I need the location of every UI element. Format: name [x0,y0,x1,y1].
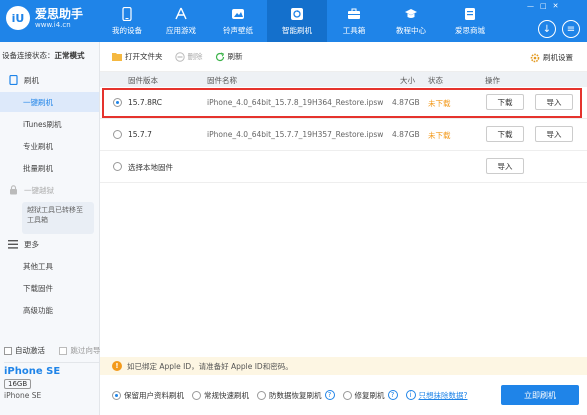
window-controls: — □ ✕ [527,2,559,10]
sidebar-item-one-click-flash[interactable]: 一键刷机 [0,92,99,112]
nav-toolbox[interactable]: 工具箱 [324,0,384,42]
nav-apps-games[interactable]: 应用游戏 [151,0,211,42]
sidebar-item-other-tools[interactable]: 其他工具 [0,256,99,276]
import-button[interactable]: 导入 [535,126,573,142]
shop-icon [463,7,477,21]
radio-icon [112,390,121,400]
open-folder-button[interactable]: 打开文件夹 [112,51,163,62]
nav-shop[interactable]: 爱思商城 [440,0,500,42]
nav-my-device[interactable]: 我的设备 [97,0,157,42]
import-button[interactable]: 导入 [535,94,573,110]
help-icon[interactable]: ? [324,390,335,400]
sidebar-section-jailbreak[interactable]: 一键越狱 [0,180,99,200]
delete-icon [174,51,185,62]
radio-icon [342,390,352,400]
device-name: iPhone SE [4,366,61,377]
menu-circle-button[interactable]: ≡ [562,20,580,38]
download-button[interactable]: 下载 [486,126,524,142]
toolbar: 打开文件夹 删除 刷新 刷机设置 [100,42,587,72]
table-row[interactable]: 15.7.8RC iPhone_4.0_64bit_15.7.8_19H364_… [100,87,587,119]
lock-icon [8,185,18,195]
option-quick-flash[interactable]: 常规快速刷机 [192,390,249,401]
skip-guide-checkbox[interactable]: 跳过向导 [59,346,100,355]
flash-icon [290,7,304,21]
sidebar-options: 自动激活 跳过向导 [4,345,103,356]
sidebar: 设备连接状态：正常模式 刷机 一键刷机 iTunes刷机 专业刷机 批量刷机 一… [0,42,103,415]
app-logo: iU 爱思助手 www.i4.cn [6,6,83,30]
apple-id-notice: ! 如已绑定 Apple ID，请准备好 Apple ID和密码。 [100,357,587,375]
download-button[interactable]: 下载 [486,94,524,110]
sidebar-section-more[interactable]: 更多 [0,234,99,254]
radio-icon [192,390,201,400]
close-button[interactable]: ✕ [553,2,559,10]
local-firmware-radio[interactable] [113,162,122,171]
table-row-local[interactable]: 选择本地固件 导入 [100,151,587,183]
appstore-icon [174,7,188,21]
main-panel: 打开文件夹 删除 刷新 刷机设置 固件版本 固件名称 大小 状态 操作 15.7… [100,42,587,415]
flash-settings-button[interactable]: 刷机设置 [530,52,573,63]
app-name: 爱思助手 [35,6,84,21]
auto-activate-checkbox[interactable]: 自动激活 [4,346,45,355]
flash-now-button[interactable]: 立即刷机 [501,385,579,405]
option-keep-data[interactable]: 保留用户资料刷机 [112,390,184,401]
graduation-cap-icon [404,7,418,21]
folder-icon [112,52,122,62]
nav-ringtones-wallpapers[interactable]: 铃声壁纸 [208,0,268,42]
firmware-radio[interactable] [113,98,122,107]
radio-icon [257,390,266,400]
flash-phone-icon [8,75,18,85]
phone-icon [120,6,134,21]
nav-tutorials[interactable]: 教程中心 [381,0,441,42]
firmware-radio[interactable] [113,130,122,139]
maximize-button[interactable]: □ [540,2,547,10]
flash-options-bar: 保留用户资料刷机 常规快速刷机 防数据恢复刷机? 修复刷机? i 只想抹除数据? … [100,375,587,415]
app-url: www.i4.cn [35,20,71,29]
download-circle-button[interactable]: ↓ [538,20,556,38]
help-icon[interactable]: ? [387,390,398,400]
warning-icon: ! [112,361,122,371]
device-capacity-badge: 16GB [4,379,32,389]
jailbreak-moved-note: 越狱工具已转移至工具箱 [22,202,94,234]
col-action: 操作 [485,76,500,85]
toolbox-icon [347,7,361,21]
table-header: 固件版本 固件名称 大小 状态 操作 [100,72,587,87]
option-repair-flash[interactable]: 修复刷机? [342,390,398,401]
sidebar-item-pro-flash[interactable]: 专业刷机 [0,136,99,156]
menu-icon: ≡ [566,23,576,35]
logo-mark: iU [6,6,30,30]
option-anti-recovery[interactable]: 防数据恢复刷机? [257,390,335,401]
nav-smart-flash[interactable]: 智能刷机 [267,0,327,42]
device-connection-status: 设备连接状态：正常模式 [2,51,85,60]
sidebar-section-flash[interactable]: 刷机 [0,70,99,90]
gear-icon [530,53,540,63]
col-status: 状态 [428,76,443,85]
info-icon: i [405,390,416,400]
table-row[interactable]: 15.7.7 iPhone_4.0_64bit_15.7.7_19H357_Re… [100,119,587,151]
minimize-button[interactable]: — [527,2,534,10]
refresh-button[interactable]: 刷新 [215,51,243,62]
col-size: 大小 [400,76,415,85]
device-model: iPhone SE [4,391,42,400]
erase-data-link[interactable]: i 只想抹除数据? [405,390,467,401]
sidebar-item-itunes-flash[interactable]: iTunes刷机 [0,114,99,134]
list-icon [8,239,18,249]
download-arrow-icon: ↓ [542,23,552,35]
sidebar-item-advanced[interactable]: 高级功能 [0,300,99,320]
wallpaper-icon [231,7,245,21]
top-header: iU 爱思助手 www.i4.cn 我的设备 应用游戏 铃声壁纸 智能刷机 工具… [0,0,587,42]
sidebar-item-batch-flash[interactable]: 批量刷机 [0,158,99,178]
col-name: 固件名称 [207,76,237,85]
delete-button[interactable]: 删除 [174,51,203,62]
sidebar-item-download-firmware[interactable]: 下载固件 [0,278,99,298]
local-import-button[interactable]: 导入 [486,158,524,174]
refresh-icon [215,51,225,62]
col-version: 固件版本 [128,76,158,85]
device-info: iPhone SE 16GB iPhone SE [4,362,103,400]
